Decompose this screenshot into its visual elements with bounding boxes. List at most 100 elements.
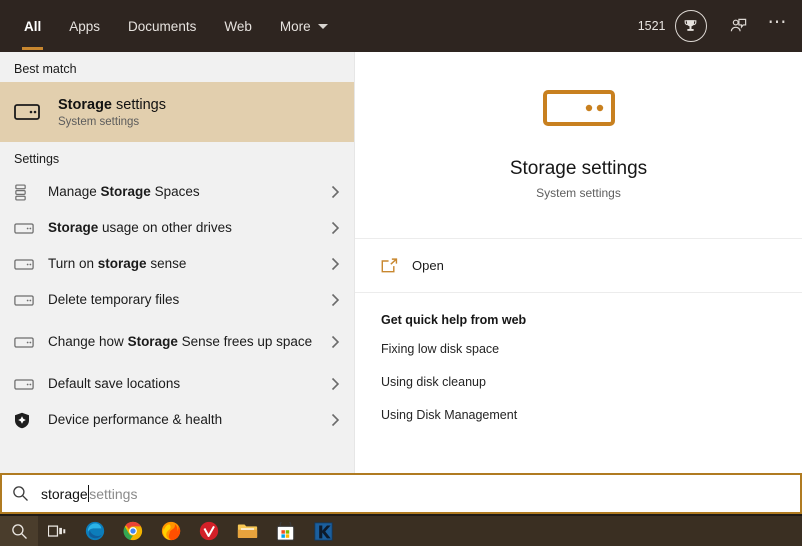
list-item-label: Storage usage on other drives — [48, 219, 326, 237]
feedback-icon[interactable] — [729, 17, 748, 36]
tab-more-label: More — [279, 18, 311, 34]
label-bold: Storage — [48, 220, 99, 235]
search-typed-value: storage — [41, 485, 88, 502]
shield-icon — [14, 412, 48, 429]
preview-subtitle: System settings — [536, 186, 621, 200]
best-match-text: Storage settings System settings — [58, 96, 166, 128]
search-suggestion-suffix: settings — [89, 485, 138, 502]
tab-web[interactable]: Web — [210, 0, 266, 52]
drive-icon — [14, 336, 48, 348]
taskbar-edge-icon[interactable] — [76, 516, 114, 546]
chevron-right-icon[interactable] — [326, 293, 344, 307]
open-external-icon — [381, 258, 398, 273]
label-post: Spaces — [150, 184, 200, 199]
preview-pane: Storage settings System settings Open Ge… — [354, 52, 802, 473]
label-post: Sense frees up space — [177, 334, 313, 349]
drive-icon — [14, 258, 48, 270]
trophy-icon[interactable] — [674, 10, 707, 42]
taskbar-firefox-icon[interactable] — [152, 516, 190, 546]
quick-help-link-1[interactable]: Fixing low disk space — [381, 342, 802, 356]
list-item-delete-temporary-files[interactable]: Delete temporary files — [0, 282, 354, 318]
preview-title: Storage settings — [509, 158, 648, 179]
settings-results-list: Manage Storage Spaces Storage usage on o… — [0, 172, 354, 438]
drive-icon — [14, 378, 48, 390]
best-match-heading: Best match — [14, 62, 77, 76]
search-results-area: Best match Storage settings System setti… — [0, 52, 802, 473]
tab-web-label: Web — [224, 18, 252, 34]
list-item-manage-storage-spaces[interactable]: Manage Storage Spaces — [0, 174, 354, 210]
taskbar-k-app-icon[interactable] — [304, 516, 342, 546]
open-button[interactable]: Open — [355, 239, 802, 293]
taskbar-search-icon[interactable] — [0, 516, 38, 546]
chevron-down-icon — [317, 23, 328, 29]
drive-icon-large — [542, 90, 615, 131]
label-pre: Change how — [48, 334, 128, 349]
results-list-pane: Best match Storage settings System setti… — [0, 52, 354, 473]
tab-documents-label: Documents — [128, 18, 197, 34]
list-item-turn-on-storage-sense[interactable]: Turn on storage sense — [0, 246, 354, 282]
chevron-right-icon[interactable] — [326, 257, 344, 271]
list-item-change-storage-sense[interactable]: Change how Storage Sense frees up space — [0, 318, 354, 366]
chevron-right-icon[interactable] — [326, 185, 344, 199]
best-match-title: Storage settings — [58, 96, 166, 114]
best-match-title-bold: Storage — [58, 97, 112, 113]
label-pre: Turn on — [48, 256, 98, 271]
list-item-storage-usage-other-drives[interactable]: Storage usage on other drives — [0, 210, 354, 246]
search-header: All Apps Documents Web More 1521 ⋯ — [0, 0, 802, 52]
search-box[interactable]: storage settings — [0, 473, 802, 514]
label-pre: Manage — [48, 184, 101, 199]
list-item-label: Delete temporary files — [48, 291, 326, 309]
taskbar-microsoft-store-icon[interactable] — [266, 516, 304, 546]
taskbar-file-explorer-icon[interactable] — [228, 516, 266, 546]
header-right-actions: 1521 ⋯ — [638, 0, 802, 52]
label-bold: storage — [97, 256, 147, 271]
drive-icon — [14, 222, 48, 234]
best-match-result-storage-settings[interactable]: Storage settings System settings — [0, 82, 354, 142]
windows-search-overlay: All Apps Documents Web More 1521 ⋯ Best … — [0, 0, 802, 546]
label-bold: Storage — [127, 334, 178, 349]
tab-apps[interactable]: Apps — [55, 0, 114, 52]
list-item-label: Change how Storage Sense frees up space — [48, 333, 326, 351]
search-filter-tabs: All Apps Documents Web More — [0, 0, 342, 52]
list-item-label: Device performance & health — [48, 411, 326, 429]
best-match-title-rest: settings — [112, 97, 166, 113]
taskbar-task-view-icon[interactable] — [38, 516, 76, 546]
search-input[interactable]: storage settings — [41, 485, 137, 502]
label-post: usage on other drives — [98, 220, 232, 235]
drive-icon — [14, 294, 48, 306]
tab-more[interactable]: More — [266, 0, 342, 52]
label-post: sense — [146, 256, 187, 271]
storage-spaces-icon — [14, 183, 48, 201]
quick-help-link-3[interactable]: Using Disk Management — [381, 408, 802, 422]
settings-heading: Settings — [14, 152, 60, 166]
list-item-label: Default save locations — [48, 375, 326, 393]
taskbar-checkmark-app-icon[interactable] — [190, 516, 228, 546]
tab-all[interactable]: All — [10, 0, 55, 52]
list-item-label: Turn on storage sense — [48, 255, 326, 273]
best-match-subtitle: System settings — [58, 116, 140, 128]
list-item-default-save-locations[interactable]: Default save locations — [0, 366, 354, 402]
chevron-right-icon[interactable] — [326, 413, 344, 427]
chevron-right-icon[interactable] — [326, 335, 344, 349]
preview-hero: Storage settings System settings — [355, 52, 802, 239]
list-item-label: Manage Storage Spaces — [48, 183, 326, 201]
chevron-right-icon[interactable] — [326, 221, 344, 235]
ellipsis-icon[interactable]: ⋯ — [768, 13, 789, 34]
search-icon — [12, 485, 29, 502]
label-pre: Default save locations — [48, 376, 181, 391]
tab-apps-label: Apps — [69, 18, 101, 34]
tab-documents[interactable]: Documents — [114, 0, 210, 52]
taskbar — [0, 516, 802, 546]
tab-all-label: All — [24, 18, 42, 34]
quick-help-section: Get quick help from web Fixing low disk … — [355, 293, 802, 422]
quick-help-title: Get quick help from web — [381, 313, 527, 327]
label-pre: Device performance & health — [48, 412, 223, 427]
taskbar-chrome-icon[interactable] — [114, 516, 152, 546]
chevron-right-icon[interactable] — [326, 377, 344, 391]
drive-icon — [14, 104, 48, 120]
list-item-device-performance-health[interactable]: Device performance & health — [0, 402, 354, 438]
open-button-label: Open — [412, 258, 444, 273]
label-bold: Storage — [100, 184, 151, 199]
rewards-points-count: 1521 — [637, 19, 666, 33]
quick-help-link-2[interactable]: Using disk cleanup — [381, 375, 802, 389]
